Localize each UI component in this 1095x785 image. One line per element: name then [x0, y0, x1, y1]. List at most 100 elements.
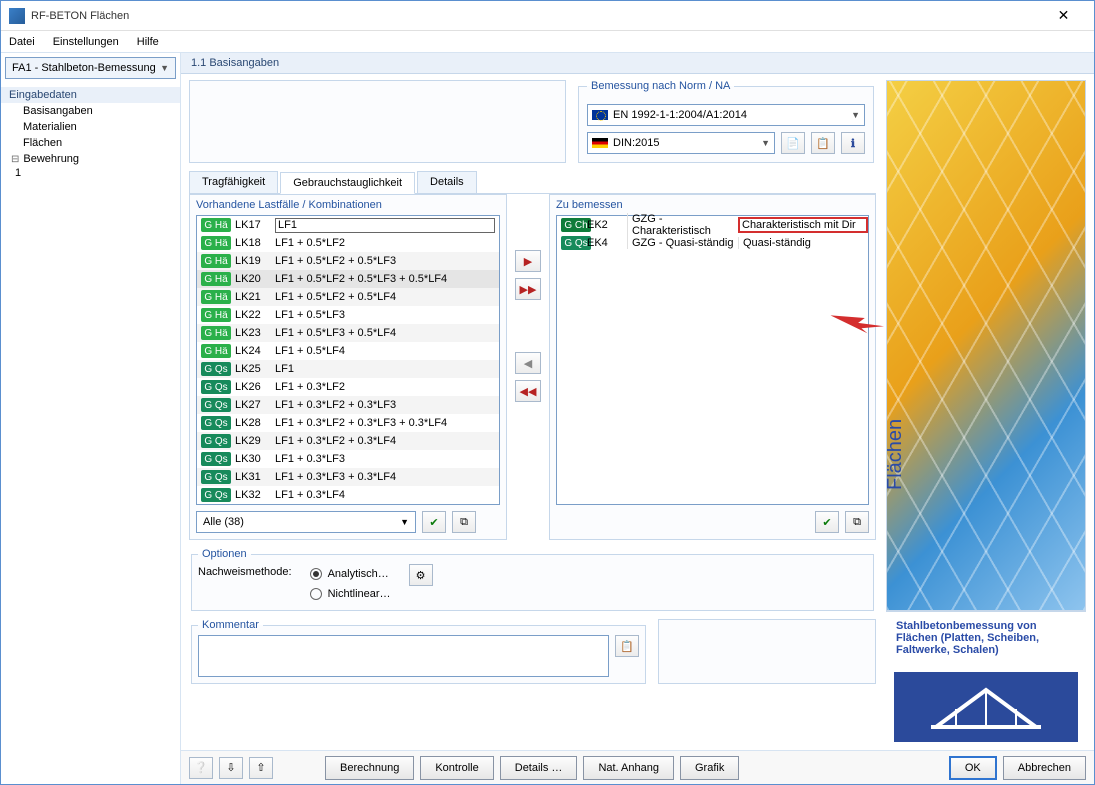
tree-item-basis[interactable]: Basisangaben: [1, 103, 180, 119]
tree-header: Eingabedaten: [1, 87, 180, 103]
list-item[interactable]: G HäLK19LF1 + 0.5*LF2 + 0.5*LF3: [197, 252, 499, 270]
tabs: Tragfähigkeit Gebrauchstauglichkeit Deta…: [189, 171, 876, 194]
selected-apply-button[interactable]: ✔: [815, 511, 839, 533]
list-item[interactable]: G HäLK22LF1 + 0.5*LF3: [197, 306, 499, 324]
list-item[interactable]: GZTEK1GZT (STR/GEO) - Ständig / vorüberg…: [197, 504, 499, 505]
natanhang-button[interactable]: Nat. Anhang: [583, 756, 674, 780]
na-select[interactable]: DIN:2015 ▼: [587, 132, 775, 154]
filter-select-button[interactable]: ⧉: [452, 511, 476, 533]
selected-list[interactable]: G ChEK2GZG - CharakteristischCharakteris…: [556, 215, 869, 505]
bottom-bar: ❔ ⇩ ⇧ Berechnung Kontrolle Details … Nat…: [181, 750, 1094, 784]
list-item[interactable]: G QsLK31LF1 + 0.3*LF3 + 0.3*LF4: [197, 468, 499, 486]
list-item[interactable]: G HäLK23LF1 + 0.5*LF3 + 0.5*LF4: [197, 324, 499, 342]
close-button[interactable]: ✕: [1041, 7, 1086, 24]
list-item[interactable]: G QsLK26LF1 + 0.3*LF2: [197, 378, 499, 396]
app-icon: [9, 8, 25, 24]
move-all-right-button[interactable]: ▶▶: [515, 278, 541, 300]
menu-settings[interactable]: Einstellungen: [53, 36, 119, 48]
options-settings-button[interactable]: ⚙: [409, 564, 433, 586]
comment-legend: Kommentar: [198, 619, 263, 631]
selected-select-button[interactable]: ⧉: [845, 511, 869, 533]
product-badge: [894, 672, 1078, 742]
chevron-down-icon: ▼: [851, 110, 860, 120]
selected-title: Zu bemessen: [556, 199, 869, 211]
empty-box: [658, 619, 876, 684]
grafik-button[interactable]: Grafik: [680, 756, 739, 780]
na-new-button[interactable]: 📄: [781, 132, 805, 154]
tree-item-flaechen[interactable]: Flächen: [1, 135, 180, 151]
move-left-button[interactable]: ◀: [515, 352, 541, 374]
list-item[interactable]: G HäLK18LF1 + 0.5*LF2: [197, 234, 499, 252]
list-item[interactable]: G QsLK29LF1 + 0.3*LF2 + 0.3*LF4: [197, 432, 499, 450]
filter-combo[interactable]: Alle (38) ▼: [196, 511, 416, 533]
filter-apply-button[interactable]: ✔: [422, 511, 446, 533]
side-graphic-panel: RF-BETON Flächen Stahlbetonbemessung von…: [886, 80, 1086, 750]
case-combo-value: FA1 - Stahlbeton-Bemessung: [12, 62, 156, 74]
na-edit-button[interactable]: 📋: [811, 132, 835, 154]
radio-analytisch-label: Analytisch…: [328, 568, 389, 580]
norm-select[interactable]: EN 1992-1-1:2004/A1:2014 ▼: [587, 104, 865, 126]
list-item[interactable]: G HäLK21LF1 + 0.5*LF2 + 0.5*LF4: [197, 288, 499, 306]
list-item[interactable]: G QsLK25LF1: [197, 360, 499, 378]
nav-tree: Eingabedaten Basisangaben Materialien Fl…: [1, 83, 180, 784]
export-button[interactable]: ⇩: [219, 757, 243, 779]
list-item[interactable]: G QsLK32LF1 + 0.3*LF4: [197, 486, 499, 504]
help-button[interactable]: ❔: [189, 757, 213, 779]
tree-item-materialien[interactable]: Materialien: [1, 119, 180, 135]
tab-details[interactable]: Details: [417, 171, 477, 193]
comment-pick-button[interactable]: 📋: [615, 635, 639, 657]
kontrolle-button[interactable]: Kontrolle: [420, 756, 493, 780]
chevron-down-icon: ▼: [761, 138, 770, 148]
berechnung-button[interactable]: Berechnung: [325, 756, 414, 780]
list-item[interactable]: G QsLK28LF1 + 0.3*LF2 + 0.3*LF3 + 0.3*LF…: [197, 414, 499, 432]
list-item-edit[interactable]: [275, 218, 495, 233]
tree-item-bewehrung[interactable]: Bewehrung: [11, 153, 180, 165]
move-all-left-button[interactable]: ◀◀: [515, 380, 541, 402]
import-button[interactable]: ⇧: [249, 757, 273, 779]
list-item[interactable]: G QsLK27LF1 + 0.3*LF2 + 0.3*LF3: [197, 396, 499, 414]
comment-group: Kommentar 📋: [191, 619, 646, 684]
product-graphic: RF-BETON Flächen: [886, 80, 1086, 611]
tab-tragfaehigkeit[interactable]: Tragfähigkeit: [189, 171, 278, 193]
ok-button[interactable]: OK: [949, 756, 997, 780]
options-group: Optionen Nachweismethode: Analytisch…: [191, 548, 874, 611]
chevron-down-icon: ▼: [160, 63, 169, 73]
tree-item-bewehrung-1[interactable]: 1: [1, 165, 180, 181]
norm-value: EN 1992-1-1:2004/A1:2014: [613, 109, 747, 121]
norm-group: Bemessung nach Norm / NA EN 1992-1-1:200…: [578, 80, 874, 163]
list-item[interactable]: G QsLK30LF1 + 0.3*LF3: [197, 450, 499, 468]
options-legend: Optionen: [198, 548, 251, 560]
menubar: Datei Einstellungen Hilfe: [1, 31, 1094, 53]
list-item[interactable]: G HäLK24LF1 + 0.5*LF4: [197, 342, 499, 360]
abbrechen-button[interactable]: Abbrechen: [1003, 756, 1086, 780]
eu-flag-icon: [592, 110, 608, 120]
preview-area: [189, 80, 566, 163]
product-description: Stahlbetonbemessung von Flächen (Platten…: [886, 611, 1086, 664]
filter-value: Alle (38): [203, 516, 244, 528]
tab-gebrauchstauglichkeit[interactable]: Gebrauchstauglichkeit: [280, 172, 415, 194]
list-item[interactable]: G ChEK2GZG - CharakteristischCharakteris…: [557, 216, 868, 234]
na-info-button[interactable]: ℹ: [841, 132, 865, 154]
move-right-button[interactable]: ▶: [515, 250, 541, 272]
titlebar: RF-BETON Flächen ✕: [1, 1, 1094, 31]
norm-legend: Bemessung nach Norm / NA: [587, 80, 734, 92]
options-label: Nachweismethode:: [198, 564, 292, 578]
radio-nichtlinear[interactable]: [310, 588, 322, 600]
list-item[interactable]: G HäLK17: [197, 216, 499, 234]
radio-nichtlinear-label: Nichtlinear…: [328, 588, 391, 600]
de-flag-icon: [592, 138, 608, 148]
na-value: DIN:2015: [613, 137, 659, 149]
available-title: Vorhandene Lastfälle / Kombinationen: [196, 199, 500, 211]
menu-file[interactable]: Datei: [9, 36, 35, 48]
list-item[interactable]: G HäLK20LF1 + 0.5*LF2 + 0.5*LF3 + 0.5*LF…: [197, 270, 499, 288]
details-button[interactable]: Details …: [500, 756, 578, 780]
available-list[interactable]: G HäLK17G HäLK18LF1 + 0.5*LF2G HäLK19LF1…: [196, 215, 500, 505]
menu-help[interactable]: Hilfe: [137, 36, 159, 48]
panel-title: 1.1 Basisangaben: [181, 53, 1094, 74]
chevron-down-icon: ▼: [400, 517, 409, 527]
window-title: RF-BETON Flächen: [31, 10, 1041, 22]
case-combo[interactable]: FA1 - Stahlbeton-Bemessung ▼: [5, 57, 176, 79]
radio-analytisch[interactable]: [310, 568, 322, 580]
comment-textarea[interactable]: [198, 635, 609, 677]
transfer-buttons: ▶ ▶▶ ◀ ◀◀: [515, 194, 541, 540]
